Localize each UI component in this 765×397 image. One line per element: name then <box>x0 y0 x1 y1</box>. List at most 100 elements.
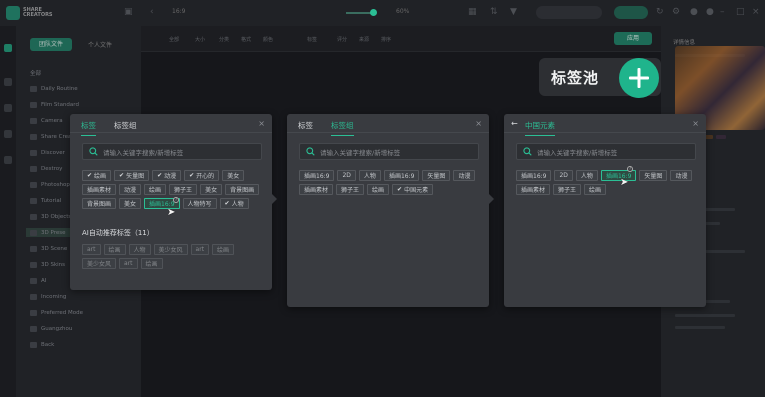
tab-tag-groups[interactable]: 标签组 <box>331 120 354 136</box>
tag-chip[interactable]: 狮子王 <box>553 184 582 195</box>
tag-chip[interactable]: 插画素材 <box>516 184 551 195</box>
bell-icon[interactable]: ● <box>690 7 698 17</box>
tag-chip[interactable]: 插画16:9 <box>516 170 552 181</box>
share-icon[interactable]: ↻ <box>656 7 664 17</box>
sidebar-item[interactable]: Discover <box>30 148 65 157</box>
tag-chip[interactable]: 美女 <box>200 184 223 195</box>
close-icon[interactable]: × <box>692 119 699 128</box>
sidebar-item[interactable]: 3D Objects <box>30 212 71 221</box>
ai-tag[interactable]: art <box>190 244 210 255</box>
close-icon[interactable]: × <box>475 119 482 128</box>
zoom-slider-handle[interactable] <box>370 9 377 16</box>
tab-tag-groups[interactable]: 标签组 <box>114 120 137 131</box>
tag-chip[interactable]: 绘画 <box>144 184 167 195</box>
rail-settings-icon[interactable] <box>4 156 12 164</box>
sidebar-item[interactable]: Incoming <box>30 292 66 301</box>
tag-chip[interactable]: 人物 <box>219 198 249 209</box>
tag-chip[interactable]: 动漫 <box>119 184 142 195</box>
tag-chip[interactable]: 插画16:9 <box>299 170 335 181</box>
global-search-input[interactable] <box>536 6 602 19</box>
grid-icon[interactable]: ▦ <box>468 7 477 17</box>
help-icon[interactable]: ? <box>173 197 179 203</box>
tag-chip[interactable]: 开心的 <box>184 170 220 181</box>
sidebar-item[interactable]: Guangzhou <box>30 324 72 333</box>
tag-chip[interactable]: 背景图画 <box>82 198 117 209</box>
sidebar-item[interactable]: Preferred Mode <box>30 308 83 317</box>
tag-chip[interactable]: 中国元素 <box>392 184 434 195</box>
tag-chip[interactable]: 狮子王 <box>169 184 198 195</box>
ai-tag[interactable]: art <box>82 244 101 255</box>
ai-tag[interactable]: 美少女风 <box>153 244 188 255</box>
tag-chip[interactable]: 矢量图 <box>422 170 451 181</box>
apply-button[interactable]: 应用 <box>614 32 652 45</box>
sidebar-tab-personal[interactable]: 个人文件 <box>88 40 112 49</box>
sidebar-item[interactable]: Camera <box>30 116 63 125</box>
filter-format[interactable]: 格式 <box>241 36 251 43</box>
tab-tags[interactable]: 标签 <box>81 120 96 136</box>
tag-chip[interactable]: 绘画 <box>584 184 607 195</box>
help-icon[interactable]: ? <box>627 166 633 172</box>
sidebar-tab-team[interactable]: 团队文件 <box>30 38 72 51</box>
filter-source[interactable]: 来源 <box>359 36 369 43</box>
tab-tags[interactable]: 标签 <box>298 120 313 131</box>
user-icon[interactable]: ● <box>706 7 714 17</box>
ai-tag[interactable]: art <box>119 258 138 269</box>
tag-chip[interactable]: 插画素材 <box>299 184 334 195</box>
rail-image-icon[interactable] <box>4 104 12 112</box>
sidebar-item[interactable]: Tutorial <box>30 196 61 205</box>
ai-tag[interactable]: 绘画 <box>140 258 163 269</box>
tag-chip[interactable]: 2D <box>554 170 573 181</box>
tag-chip[interactable]: 背景图画 <box>225 184 260 195</box>
tag-chip[interactable]: 美女 <box>222 170 245 181</box>
rail-home-icon[interactable] <box>4 44 12 52</box>
tag-search-input[interactable]: 请输入关键字搜索/新增标签 <box>516 143 696 160</box>
add-icon[interactable] <box>619 58 659 98</box>
ai-tag[interactable]: 美少女风 <box>82 258 117 269</box>
close-window-icon[interactable]: × <box>752 7 760 17</box>
sort-icon[interactable]: ⇅ <box>490 7 498 17</box>
sidebar-item[interactable]: 3D Skins <box>30 260 65 269</box>
tag-chip[interactable]: 狮子王 <box>336 184 365 195</box>
sidebar-item[interactable]: Daily Routine <box>30 84 78 93</box>
minimize-icon[interactable]: – <box>720 7 725 17</box>
filter-sort[interactable]: 排序 <box>381 36 391 43</box>
tag-chip[interactable]: 人物 <box>358 170 381 181</box>
settings-icon[interactable]: ⚙ <box>672 7 680 17</box>
maximize-icon[interactable]: □ <box>736 7 745 17</box>
tag-search-input[interactable]: 请输入关键字搜索/新增标签 <box>82 143 262 160</box>
sidebar-item[interactable]: AI <box>30 276 46 285</box>
back-arrow-icon[interactable]: ← <box>511 119 518 128</box>
tag-chip[interactable]: 插画素材 <box>82 184 117 195</box>
tag-chip[interactable]: 插画16:9 <box>383 170 420 181</box>
filter-category[interactable]: 分类 <box>219 36 229 43</box>
ai-tag[interactable]: 绘画 <box>212 244 235 255</box>
filter-rating[interactable]: 评分 <box>337 36 347 43</box>
tag-chip[interactable]: 绘画 <box>82 170 112 181</box>
tag-chip[interactable]: 美女 <box>119 198 142 209</box>
back-icon[interactable]: ‹ <box>150 7 154 17</box>
tag-chip[interactable]: 矢量图 <box>639 170 668 181</box>
filter-size[interactable]: 大小 <box>195 36 205 43</box>
ai-tag[interactable]: 人物 <box>128 244 151 255</box>
filter-all[interactable]: 全部 <box>169 36 179 43</box>
tag-search-input[interactable]: 请输入关键字搜索/新增标签 <box>299 143 479 160</box>
tag-chip[interactable]: 动漫 <box>152 170 182 181</box>
tag-chip[interactable]: 动漫 <box>670 170 693 181</box>
sidebar-item[interactable]: Photoshop <box>30 180 70 189</box>
filter-icon[interactable]: ▼ <box>510 7 517 17</box>
tag-chip[interactable]: 人物特写 <box>182 198 217 209</box>
tag-chip[interactable]: 矢量图 <box>114 170 150 181</box>
filter-tag[interactable]: 标签 <box>307 36 317 43</box>
sidebar-item[interactable]: Film Standard <box>30 100 79 109</box>
upload-button[interactable] <box>614 6 648 19</box>
close-icon[interactable]: × <box>258 119 265 128</box>
tag-chip[interactable]: 绘画 <box>367 184 390 195</box>
rail-tag-icon[interactable] <box>4 130 12 138</box>
filter-color[interactable]: 颜色 <box>263 36 273 43</box>
color-swatch[interactable] <box>716 135 726 139</box>
tag-chip[interactable]: 动漫 <box>453 170 476 181</box>
sidebar-item[interactable]: Destroy <box>30 164 62 173</box>
layout-icon[interactable]: ▣ <box>124 7 133 17</box>
ai-tag[interactable]: 绘画 <box>103 244 126 255</box>
sidebar-item[interactable]: Back <box>30 340 54 349</box>
